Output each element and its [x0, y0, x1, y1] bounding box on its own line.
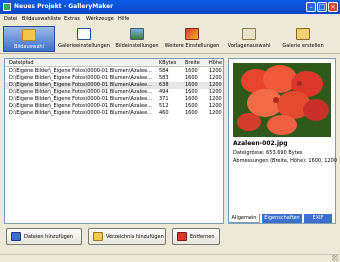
preview-tabs: Allgemein Eigenschaften EXIF	[228, 214, 336, 223]
file-list-header: Dateipfad KBytes Breite Höhe	[5, 59, 223, 67]
cell-path: D:\Eigene Bilder\_Eigene Fotos\0000-01 B…	[9, 68, 152, 74]
create-gallery-icon	[296, 28, 310, 40]
resize-grip[interactable]	[332, 255, 338, 261]
cell-width: 1600	[185, 96, 198, 102]
preview-image	[233, 63, 331, 137]
cell-path: D:\Eigene Bilder\_Eigene Fotos\0000-01 B…	[9, 96, 152, 102]
cell-kbytes: 371	[159, 96, 169, 102]
cell-path: D:\Eigene Bilder\_Eigene Fotos\0000-01 B…	[9, 75, 152, 81]
cell-path: D:\Eigene Bilder\_Eigene Fotos\0000-01 B…	[9, 110, 152, 116]
cell-width: 1600	[185, 89, 198, 95]
maximize-button[interactable]: □	[317, 2, 327, 12]
image-settings-icon	[130, 28, 144, 40]
menu-werkzeuge[interactable]: Werkzeuge	[86, 16, 114, 22]
action-bar: Dateien hinzufügen Verzeichnis hinzufüge…	[0, 224, 340, 254]
cell-width: 1600	[185, 103, 198, 109]
tab-exif[interactable]: EXIF	[304, 214, 332, 223]
cell-path: D:\Eigene Bilder\_Eigene Fotos\0000-01 B…	[9, 89, 152, 95]
title-bar: Neues Projekt - GalleryMaker – □ ×	[0, 0, 340, 14]
cell-path: D:\Eigene Bilder\_Eigene Fotos\0000-01 B…	[9, 103, 152, 109]
preview-filesize: Dateigrösse: 653.690 Bytes	[233, 150, 303, 156]
cell-kbytes: 638	[159, 82, 169, 88]
menu-bar: Datei Bildauswahliste Extras Werkzeuge H…	[0, 14, 340, 24]
tool-galerie-erstellen[interactable]: Galerie erstellen	[277, 26, 329, 52]
tool-weitere-einstellungen[interactable]: Weitere Einstellungen	[163, 26, 221, 52]
preview-filename: Azaleen-002.jpg	[233, 140, 288, 147]
cell-width: 1600	[185, 82, 198, 88]
table-row[interactable]: D:\Eigene Bilder\_Eigene Fotos\0000-01 B…	[5, 110, 223, 117]
table-row[interactable]: D:\Eigene Bilder\_Eigene Fotos\0000-01 B…	[5, 68, 223, 75]
menu-hilfe[interactable]: Hilfe	[118, 16, 129, 22]
status-bar	[0, 254, 340, 262]
remove-icon	[177, 232, 187, 241]
cell-height: 1200	[209, 82, 222, 88]
cell-height: 1200	[209, 89, 222, 95]
cell-kbytes: 584	[159, 68, 169, 74]
tool-label: Galerie erstellen	[282, 43, 324, 49]
template-icon	[242, 28, 256, 40]
add-folder-label: Verzeichnis hinzufügen	[106, 234, 164, 240]
column-kbytes[interactable]: KBytes	[159, 60, 176, 66]
cell-width: 1600	[185, 75, 198, 81]
tool-vorlagenauswahl[interactable]: Vorlagenauswahl	[222, 26, 276, 52]
more-settings-icon	[185, 28, 199, 40]
add-folder-button[interactable]: Verzeichnis hinzufügen	[88, 228, 166, 245]
minimize-button[interactable]: –	[306, 2, 316, 12]
tool-label: Vorlagenauswahl	[227, 43, 271, 49]
cell-height: 1200	[209, 110, 222, 116]
add-files-label: Dateien hinzufügen	[24, 234, 74, 240]
menu-extras[interactable]: Extras	[64, 16, 80, 22]
cell-height: 1200	[209, 68, 222, 74]
tool-label: Bildauswahl	[14, 44, 44, 50]
cell-kbytes: 512	[159, 103, 169, 109]
remove-label: Entfernen	[190, 234, 215, 240]
window-title: Neues Projekt - GalleryMaker	[14, 3, 114, 10]
tool-bildauswahl[interactable]: Bildauswahl	[3, 26, 55, 52]
table-row[interactable]: D:\Eigene Bilder\_Eigene Fotos\0000-01 B…	[5, 82, 223, 89]
cell-width: 1600	[185, 110, 198, 116]
toolbar: Bildauswahl Galerieeinstellungen Bildein…	[0, 24, 340, 54]
table-row[interactable]: D:\Eigene Bilder\_Eigene Fotos\0000-01 B…	[5, 103, 223, 110]
close-button[interactable]: ×	[328, 2, 338, 12]
picture-select-icon	[22, 29, 36, 41]
cell-height: 1200	[209, 96, 222, 102]
table-row[interactable]: D:\Eigene Bilder\_Eigene Fotos\0000-01 B…	[5, 75, 223, 82]
column-breite[interactable]: Breite	[185, 60, 200, 66]
cell-width: 1600	[185, 68, 198, 74]
tab-eigenschaften[interactable]: Eigenschaften	[262, 214, 302, 223]
tool-label: Bildeinstellungen	[115, 43, 159, 49]
remove-button[interactable]: Entfernen	[172, 228, 220, 245]
gallery-settings-icon	[77, 28, 91, 40]
menu-bildauswahliste[interactable]: Bildauswahliste	[22, 16, 61, 22]
cell-kbytes: 583	[159, 75, 169, 81]
cell-path: D:\Eigene Bilder\_Eigene Fotos\0000-01 B…	[9, 82, 152, 88]
column-hoehe[interactable]: Höhe	[209, 60, 222, 66]
gallerymaker-app-icon	[3, 3, 11, 11]
tool-label: Galerieeinstellungen	[58, 43, 110, 49]
table-row[interactable]: D:\Eigene Bilder\_Eigene Fotos\0000-01 B…	[5, 89, 223, 96]
menu-datei[interactable]: Datei	[4, 16, 17, 22]
tool-galerieeinstellungen[interactable]: Galerieeinstellungen	[56, 26, 112, 52]
tool-bildeinstellungen[interactable]: Bildeinstellungen	[112, 26, 162, 52]
add-files-icon	[11, 232, 21, 241]
file-list[interactable]: Dateipfad KBytes Breite Höhe D:\Eigene B…	[4, 58, 224, 224]
preview-panel: Azaleen-002.jpg Dateigrösse: 653.690 Byt…	[228, 58, 338, 224]
cell-height: 1200	[209, 75, 222, 81]
preview-dimensions: Abmessungen (Breite, Höhe): 1600, 1200	[233, 158, 338, 164]
column-dateipfad[interactable]: Dateipfad	[9, 60, 34, 66]
cell-kbytes: 494	[159, 89, 169, 95]
table-row[interactable]: D:\Eigene Bilder\_Eigene Fotos\0000-01 B…	[5, 96, 223, 103]
cell-height: 1200	[209, 103, 222, 109]
tool-label: Weitere Einstellungen	[164, 43, 220, 49]
add-files-button[interactable]: Dateien hinzufügen	[6, 228, 82, 245]
add-folder-icon	[93, 232, 103, 241]
cell-kbytes: 460	[159, 110, 169, 116]
tab-allgemein[interactable]: Allgemein	[228, 214, 260, 223]
